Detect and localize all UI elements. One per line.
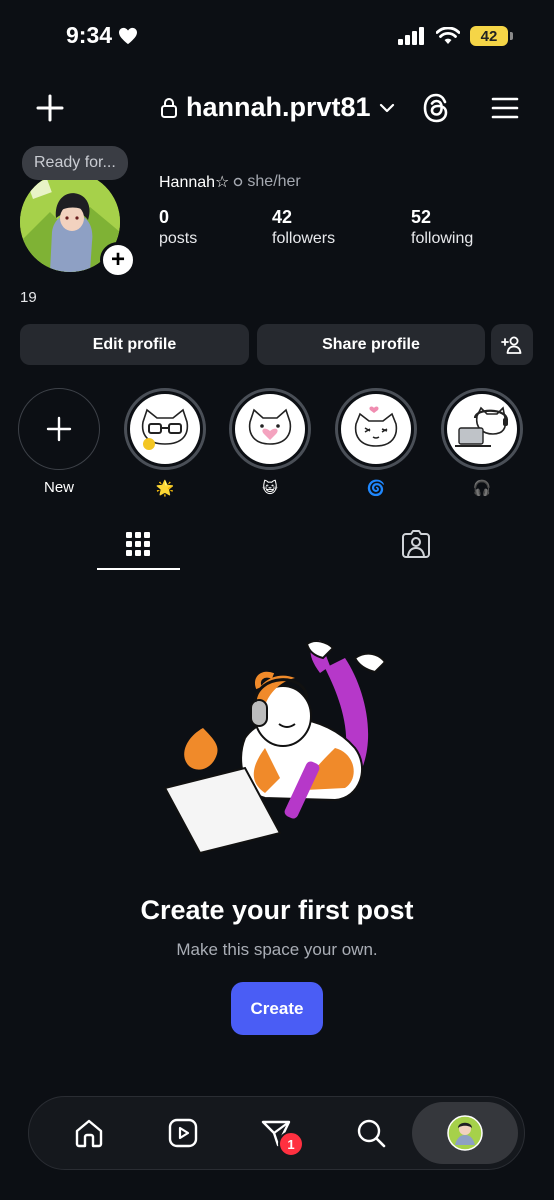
add-icon: + xyxy=(110,246,125,273)
stat-following[interactable]: 52 following xyxy=(411,207,473,248)
stat-posts-count: 0 xyxy=(159,207,170,227)
plus-icon xyxy=(46,416,72,442)
highlight-cover xyxy=(447,394,517,464)
empty-state-subtitle: Make this space your own. xyxy=(176,940,378,959)
highlight-label: 😺 xyxy=(262,480,278,497)
home-icon xyxy=(75,1119,103,1148)
battery-level: 42 xyxy=(480,27,498,45)
search-icon xyxy=(357,1119,386,1148)
profile-note[interactable]: Ready for... xyxy=(22,146,128,180)
nav-reels[interactable] xyxy=(164,1114,202,1152)
notification-badge: 1 xyxy=(278,1131,304,1157)
highlight-label: New xyxy=(43,479,74,496)
chevron-down-icon xyxy=(379,103,394,112)
cat-heart-sticker-icon xyxy=(248,408,292,445)
highlight-label: 🎧 xyxy=(472,480,492,497)
tab-posts-grid[interactable] xyxy=(118,524,158,564)
stat-posts-label: posts xyxy=(159,230,198,247)
account-switcher[interactable]: hannah.prvt81 xyxy=(160,92,395,123)
stat-followers[interactable]: 42 followers xyxy=(272,207,335,248)
stat-following-count: 52 xyxy=(411,207,432,227)
nav-profile[interactable] xyxy=(446,1114,484,1152)
reels-icon xyxy=(168,1118,198,1148)
highlight-cover xyxy=(235,394,305,464)
lock-icon xyxy=(161,97,177,118)
highlight-item[interactable]: 😺 xyxy=(229,388,311,497)
highlight-label: 🌟 xyxy=(155,480,175,497)
share-profile-button[interactable]: Share profile xyxy=(257,324,485,365)
highlight-item[interactable]: 🌀 xyxy=(335,388,417,497)
menu-button[interactable] xyxy=(490,94,520,122)
share-profile-label: Share profile xyxy=(322,335,420,353)
threads-badge-icon xyxy=(234,177,243,187)
add-story-button[interactable]: + xyxy=(100,242,136,278)
display-name: Hannah☆ xyxy=(159,174,230,191)
stat-posts: 0 posts xyxy=(159,207,197,248)
threads-button[interactable] xyxy=(419,91,453,125)
notification-count: 1 xyxy=(287,1136,295,1152)
create-new-button[interactable] xyxy=(34,92,66,124)
edit-profile-label: Edit profile xyxy=(92,335,177,353)
plus-icon xyxy=(36,94,64,122)
discover-people-button[interactable] xyxy=(491,324,533,365)
active-tab-indicator xyxy=(97,568,180,570)
profile-avatar-icon xyxy=(447,1115,483,1151)
cellular-signal-icon xyxy=(398,27,424,45)
display-name-row: Hannah☆ she/her xyxy=(159,172,301,192)
highlight-ring xyxy=(335,388,417,470)
highlight-new-ring xyxy=(18,388,100,470)
highlight-cover xyxy=(130,394,200,464)
threads-icon xyxy=(423,93,448,123)
tagged-person-icon xyxy=(402,530,430,558)
cat-glasses-sticker-icon xyxy=(141,408,189,450)
stat-following-label: following xyxy=(411,230,474,247)
wifi-icon xyxy=(436,27,460,44)
stat-followers-count: 42 xyxy=(272,207,293,227)
highlight-item[interactable]: 🎧 xyxy=(441,388,523,497)
highlight-ring xyxy=(124,388,206,470)
highlight-ring xyxy=(441,388,523,470)
add-person-icon xyxy=(501,336,522,354)
nav-search[interactable] xyxy=(352,1114,390,1152)
battery-indicator: 42 xyxy=(470,26,513,46)
pronouns: she/her xyxy=(247,173,301,190)
highlight-label: 🌀 xyxy=(366,480,386,497)
highlight-item[interactable]: 🌟 xyxy=(124,388,206,497)
hamburger-menu-icon xyxy=(491,97,519,119)
note-text: Ready for... xyxy=(34,154,116,171)
highlight-cover xyxy=(341,394,411,464)
edit-profile-button[interactable]: Edit profile xyxy=(20,324,249,365)
stat-followers-label: followers xyxy=(272,230,336,247)
cat-laptop-sticker-icon xyxy=(455,406,509,447)
create-post-label: Create xyxy=(250,998,304,1018)
status-time-text: 9:34 xyxy=(66,22,113,48)
highlight-ring xyxy=(229,388,311,470)
tab-tagged[interactable] xyxy=(396,524,436,564)
create-post-illustration xyxy=(163,640,387,855)
grid-icon xyxy=(126,532,150,556)
status-indicators: 42 xyxy=(398,26,513,46)
create-post-button[interactable]: Create xyxy=(231,982,323,1035)
status-time: 9:34 xyxy=(66,22,138,49)
bio: 19 xyxy=(20,289,37,306)
cat-sticker-icon xyxy=(354,406,398,447)
highlight-new[interactable]: New xyxy=(18,388,100,496)
username: hannah.prvt81 xyxy=(186,92,371,122)
empty-state-title: Create your first post xyxy=(140,895,414,925)
nav-home[interactable] xyxy=(70,1114,108,1152)
heart-icon xyxy=(119,27,138,44)
